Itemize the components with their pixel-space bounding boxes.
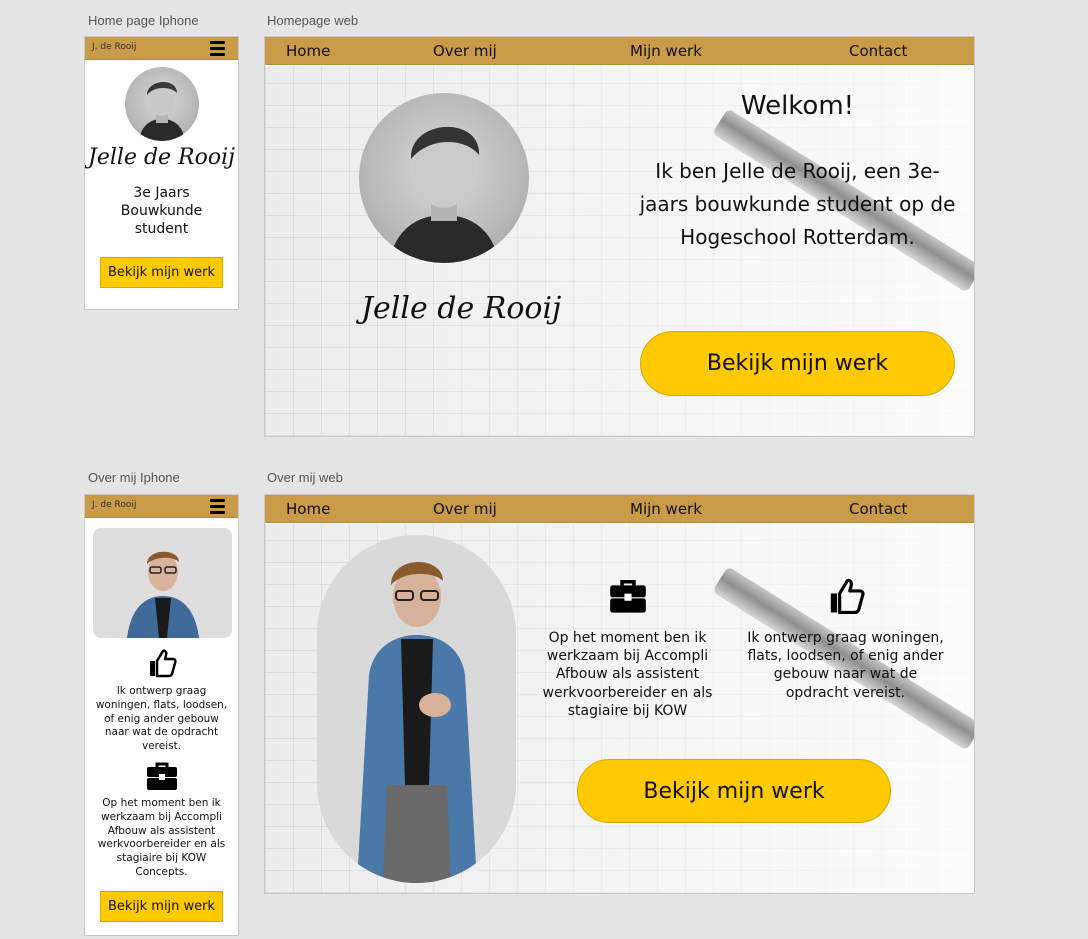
hero-name: Jelle de Rooij (361, 291, 562, 326)
home-web-frame: Home Over mij Mijn werk Contact Jelle de… (264, 36, 975, 437)
label-home-web: Homepage web (267, 13, 359, 28)
hamburger-icon[interactable] (210, 499, 225, 514)
hero-view-work-button[interactable]: Bekijk mijn werk (640, 331, 955, 396)
about-web-frame: Home Over mij Mijn werk Contact Op het m… (264, 494, 975, 894)
profile-subtitle: 3e Jaars Bouwkunde student (120, 185, 203, 237)
briefcase-icon (610, 579, 646, 613)
welcome-heading: Welkom! (740, 91, 855, 121)
label-home-phone: Home page Iphone (88, 13, 199, 28)
work-text: Op het moment ben ik werkzaam bij Accomp… (542, 630, 713, 719)
label-about-web: Over mij web (267, 470, 343, 485)
hamburger-icon[interactable] (210, 41, 225, 56)
web-navbar: Home Over mij Mijn werk Contact (265, 37, 974, 65)
phone-header: J. de Rooij (85, 495, 238, 518)
phone-header: J. de Rooij (85, 37, 238, 60)
nav-about[interactable]: Over mij (433, 42, 497, 60)
nav-home[interactable]: Home (286, 42, 330, 60)
profile-name: Jelle de Rooij (88, 145, 235, 170)
hero-profile-photo (359, 93, 529, 263)
about-phone-frame: J. de Rooij Ik ontwerp graag woningen, f… (84, 494, 239, 936)
thumbs-up-icon (150, 649, 177, 678)
web-navbar: Home Over mij Mijn werk Contact (265, 495, 974, 523)
nav-about[interactable]: Over mij (433, 500, 497, 518)
view-work-button[interactable]: Bekijk mijn werk (100, 891, 223, 922)
about-photo (93, 528, 232, 638)
nav-contact[interactable]: Contact (849, 500, 907, 518)
view-work-button[interactable]: Bekijk mijn werk (100, 257, 223, 288)
label-about-phone: Over mij Iphone (88, 470, 180, 485)
profile-photo (125, 67, 199, 141)
nav-work[interactable]: Mijn werk (630, 500, 702, 518)
design-text: Ik ontwerp graag woningen, flats, loodse… (95, 685, 228, 753)
about-view-work-button[interactable]: Bekijk mijn werk (577, 759, 891, 823)
work-text: Op het moment ben ik werkzaam bij Accomp… (97, 797, 226, 878)
about-portrait (317, 535, 516, 883)
brand-name[interactable]: J. de Rooij (92, 500, 136, 510)
design-text: Ik ontwerp graag woningen, flats, loodse… (747, 630, 944, 701)
nav-work[interactable]: Mijn werk (630, 42, 702, 60)
thumbs-up-icon (830, 578, 865, 615)
nav-contact[interactable]: Contact (849, 42, 907, 60)
home-phone-frame: J. de Rooij Jelle de Rooij 3e Jaars Bouw… (84, 36, 239, 310)
briefcase-icon (147, 762, 177, 790)
intro-text: Ik ben Jelle de Rooij, een 3e-jaars bouw… (639, 159, 956, 249)
nav-home[interactable]: Home (286, 500, 330, 518)
brand-name[interactable]: J. de Rooij (92, 42, 136, 52)
